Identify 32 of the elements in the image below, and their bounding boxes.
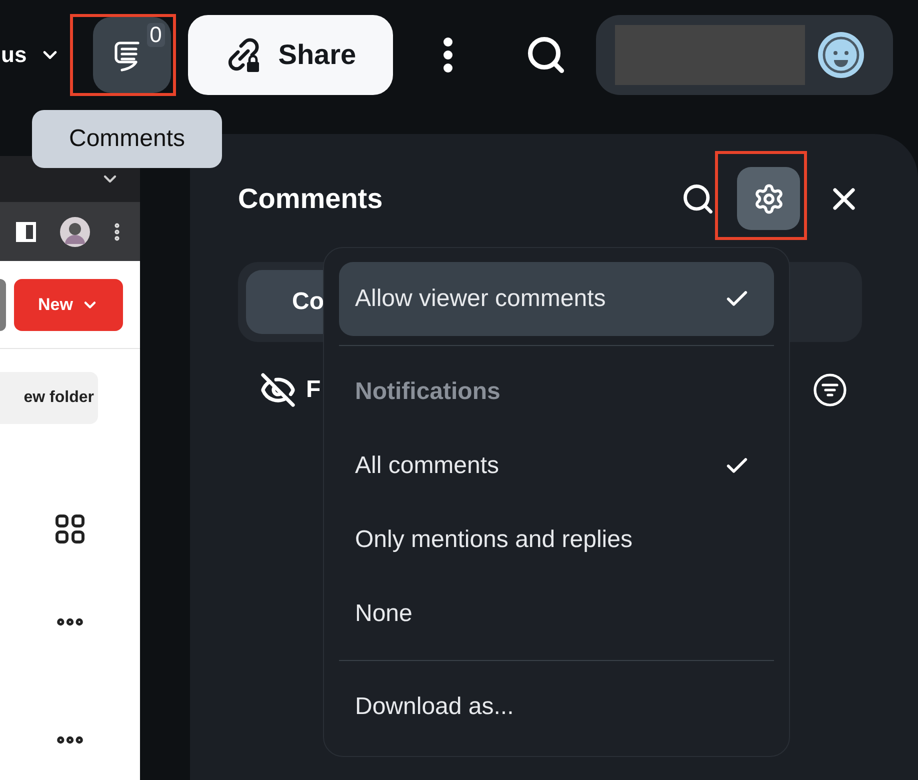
search-icon [681,182,715,216]
comment-count: 0 [146,23,165,47]
comments-button[interactable]: 0 [92,17,171,93]
search-button[interactable] [681,182,715,216]
menu-option-label: Allow viewer comments [355,285,606,313]
sidebar-icon[interactable] [16,222,36,242]
menu-option[interactable]: Only mentions and replies [339,503,774,577]
filter-icon[interactable] [812,372,848,408]
settings-button[interactable] [737,167,800,230]
menu-section-header: Notifications [354,377,502,407]
grid-icon[interactable] [55,514,85,544]
new-button[interactable]: New [14,278,123,330]
panel-title: Comments [238,182,384,214]
avatar-icon[interactable] [60,216,90,246]
settings-icon [752,182,784,214]
menu-option[interactable]: None [339,577,774,651]
button-edge[interactable] [0,278,6,330]
new-folder-button[interactable]: ew folder [0,372,98,424]
eye-off-icon[interactable] [260,372,296,408]
menu-label[interactable]: us [1,42,27,68]
avatar-icon [818,32,864,78]
menu-option-label: All comments [355,452,500,480]
menu-item[interactable]: Download as... [339,670,774,744]
more-button[interactable] [442,37,453,73]
more-icon [442,37,453,73]
menu-option[interactable]: Allow viewer comments [339,262,774,336]
menu-option-label: Only mentions and replies [355,526,632,554]
account-pill[interactable] [596,15,893,95]
menu-option[interactable]: All comments [339,429,774,503]
tooltip: Comments [32,110,222,168]
share-button[interactable]: Share [188,15,393,95]
menu-option-label: None [355,600,412,628]
